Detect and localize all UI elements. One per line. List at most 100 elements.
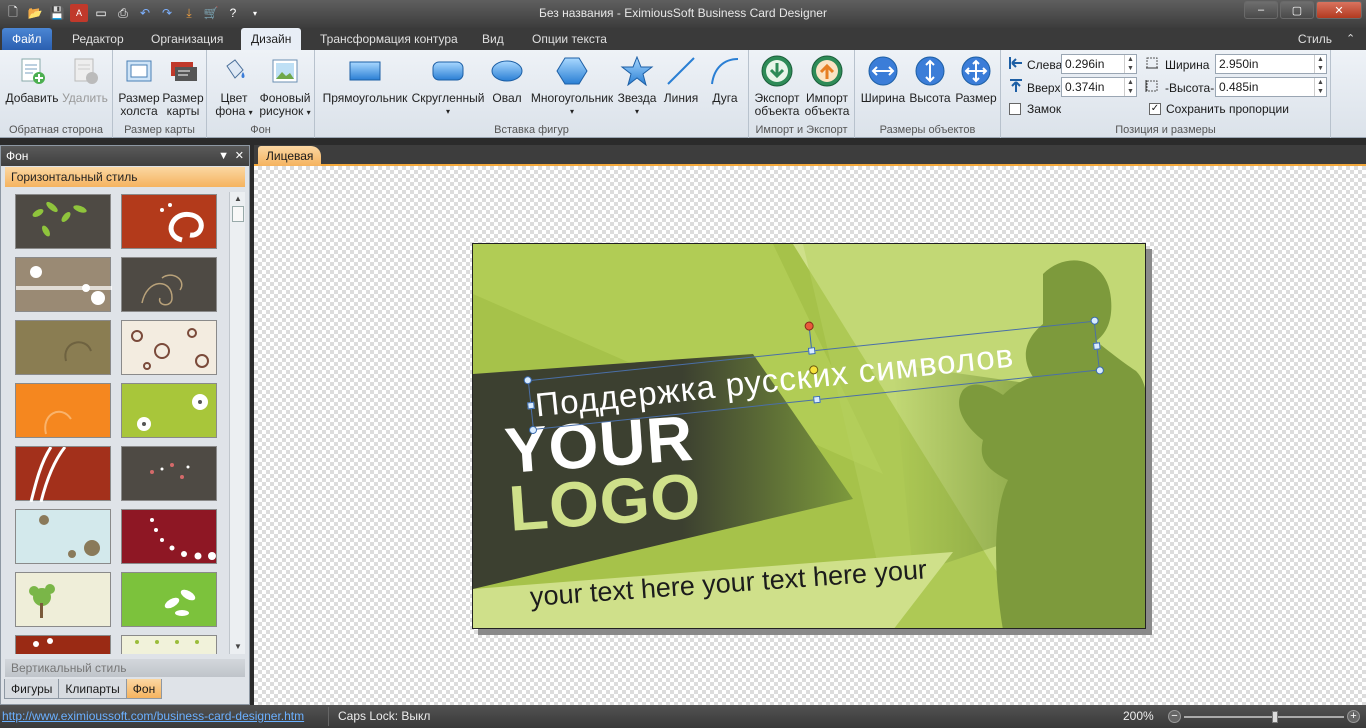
height-arrows-icon xyxy=(913,54,947,88)
bg-thumb-branch-red[interactable] xyxy=(15,635,111,654)
zoom-slider[interactable]: − + xyxy=(1168,710,1360,724)
tab-editor[interactable]: Редактор xyxy=(62,28,134,50)
scroll-down-icon[interactable]: ▼ xyxy=(230,640,246,654)
height-field[interactable]: 0.485in ▲ ▼ xyxy=(1215,77,1327,97)
panel-close-icon[interactable]: ✕ xyxy=(235,146,244,166)
group-background: Цвет фона ▾ Фоновый рисунок ▾ Фон xyxy=(207,50,315,138)
spin-arrows-icon[interactable]: ▲ ▼ xyxy=(1314,78,1326,96)
selection-handle-left[interactable] xyxy=(527,401,535,410)
background-thumbnails xyxy=(7,192,229,654)
bg-thumb-dots-dark[interactable] xyxy=(121,446,217,501)
line-button[interactable]: Линия xyxy=(659,54,703,105)
bg-thumb-pearls-burgundy[interactable] xyxy=(121,509,217,564)
bg-thumb-stripes-red[interactable] xyxy=(15,446,111,503)
scroll-up-icon[interactable]: ▲ xyxy=(230,192,246,206)
add-back-button[interactable]: Добавить xyxy=(4,54,60,105)
align-left-icon xyxy=(1009,56,1023,70)
lock-checkbox[interactable] xyxy=(1009,103,1021,115)
group-insert-shapes: Прямоугольник Скругленный ▾ Овал Многоуг… xyxy=(315,50,749,138)
scroll-thumb[interactable] xyxy=(232,206,244,222)
bg-thumb-swirl-red[interactable] xyxy=(121,194,217,249)
close-button[interactable]: ✕ xyxy=(1316,1,1362,19)
height-icon xyxy=(1145,79,1159,93)
same-width-button[interactable]: Ширина xyxy=(859,54,907,105)
panel-menu-icon[interactable]: ▼ xyxy=(218,146,229,166)
selection-handle-tl[interactable] xyxy=(523,375,533,385)
import-object-button[interactable]: Импорт объекта xyxy=(802,54,852,118)
ellipse-icon xyxy=(490,54,524,88)
tab-front-side[interactable]: Лицевая xyxy=(258,146,322,166)
tab-organization[interactable]: Организация xyxy=(141,28,233,50)
spin-arrows-icon[interactable]: ▲ ▼ xyxy=(1124,55,1136,73)
left-position-field[interactable]: 0.296in ▲ ▼ xyxy=(1061,54,1137,74)
bg-image-button[interactable]: Фоновый рисунок ▾ xyxy=(257,54,313,119)
bg-thumb-flowers-taupe[interactable] xyxy=(15,257,112,312)
bg-thumb-flowers-lime[interactable] xyxy=(121,383,217,438)
star-button[interactable]: Звезда ▾ xyxy=(615,54,659,118)
tab-file[interactable]: Файл xyxy=(2,28,52,50)
dropdown-arrow-icon: ▾ xyxy=(306,108,311,117)
card-size-button[interactable]: Размер карты xyxy=(161,54,205,118)
bg-thumb-pattern-cream[interactable] xyxy=(121,635,217,654)
selection-handle-bottom[interactable] xyxy=(813,395,821,404)
arc-button[interactable]: Дуга xyxy=(703,54,747,105)
title-bar: 🗋 📂 💾 A ▭ ⎙ ↶ ↷ ⤓ 🛒 ? ▾ Без названия - E… xyxy=(0,0,1366,28)
bg-thumb-orange[interactable] xyxy=(15,383,111,438)
bg-thumb-leaves-green[interactable] xyxy=(121,572,217,627)
ribbon-tabs: Файл Редактор Организация Дизайн Трансфо… xyxy=(0,28,1366,50)
maximize-button[interactable]: ▢ xyxy=(1280,1,1314,19)
section-horizontal-style[interactable]: Горизонтальный стиль xyxy=(5,167,245,187)
bg-color-button[interactable]: Цвет фона ▾ xyxy=(211,54,257,119)
dropdown-arrow-icon: ▾ xyxy=(445,107,450,116)
zoom-track xyxy=(1184,716,1344,718)
zoom-knob[interactable] xyxy=(1272,711,1278,723)
zoom-out-icon[interactable]: − xyxy=(1168,710,1181,723)
export-object-button[interactable]: Экспорт объекта xyxy=(752,54,802,118)
selection-handle-top[interactable] xyxy=(807,347,816,355)
bg-thumb-tree-cream[interactable] xyxy=(15,572,111,627)
group-import-export: Экспорт объекта Импорт объекта Импорт и … xyxy=(749,50,855,138)
same-height-button[interactable]: Высота xyxy=(907,54,953,105)
same-size-button[interactable]: Размер xyxy=(953,54,999,105)
hexagon-icon xyxy=(555,54,589,88)
thumbnails-scrollbar[interactable]: ▲ ▼ xyxy=(229,192,245,654)
bg-thumb-circles-cream[interactable] xyxy=(121,320,217,375)
polygon-button[interactable]: Многоугольник ▾ xyxy=(529,54,615,118)
line-icon xyxy=(664,54,698,88)
tab-design[interactable]: Дизайн xyxy=(241,28,302,50)
keep-ratio-checkbox[interactable]: ✓ xyxy=(1149,103,1161,115)
minimize-button[interactable]: – xyxy=(1244,1,1278,19)
tab-view[interactable]: Вид xyxy=(472,28,514,50)
panel-tab-shapes[interactable]: Фигуры xyxy=(4,679,60,699)
rounded-rect-button[interactable]: Скругленный ▾ xyxy=(411,54,485,118)
selection-handle-right[interactable] xyxy=(1092,342,1101,350)
tab-path-transform[interactable]: Трансформация контура xyxy=(310,28,468,50)
bg-thumb-olive[interactable] xyxy=(15,320,111,375)
spin-arrows-icon[interactable]: ▲ ▼ xyxy=(1124,78,1136,96)
canvas-size-button[interactable]: Размер холста xyxy=(117,54,161,118)
remove-back-button[interactable]: Удалить xyxy=(60,54,110,105)
section-vertical-style[interactable]: Вертикальный стиль xyxy=(5,659,245,677)
oval-button[interactable]: Овал xyxy=(485,54,529,105)
bg-thumb-flowers-light-blue[interactable] xyxy=(15,509,111,564)
rectangle-button[interactable]: Прямоугольник xyxy=(319,54,411,105)
spin-arrows-icon[interactable]: ▲ ▼ xyxy=(1314,55,1326,73)
panel-header: Фон ▼ ✕ xyxy=(1,146,249,166)
arc-icon xyxy=(708,54,742,88)
top-position-field[interactable]: 0.374in ▲ ▼ xyxy=(1061,77,1137,97)
tab-text-options[interactable]: Опции текста xyxy=(522,28,617,50)
dropdown-arrow-icon: ▾ xyxy=(248,108,253,117)
style-menu[interactable]: Стиль xyxy=(1298,28,1332,50)
width-field[interactable]: 2.950in ▲ ▼ xyxy=(1215,54,1327,74)
website-link[interactable]: http://www.eximioussoft.com/business-car… xyxy=(2,709,304,723)
business-card[interactable]: YOUR LOGO your text here your text here … xyxy=(472,243,1146,629)
panel-title: Фон xyxy=(6,149,29,163)
zoom-in-icon[interactable]: + xyxy=(1347,710,1360,723)
panel-tab-cliparts[interactable]: Клипарты xyxy=(58,679,127,699)
chevron-up-icon[interactable]: ⌃ xyxy=(1346,32,1360,46)
panel-tab-background[interactable]: Фон xyxy=(125,679,163,699)
design-canvas[interactable]: YOUR LOGO your text here your text here … xyxy=(254,166,1366,705)
rectangle-icon xyxy=(348,54,382,88)
bg-thumb-curls-dark[interactable] xyxy=(121,257,217,312)
bg-thumb-leaves-dark[interactable] xyxy=(15,194,111,249)
